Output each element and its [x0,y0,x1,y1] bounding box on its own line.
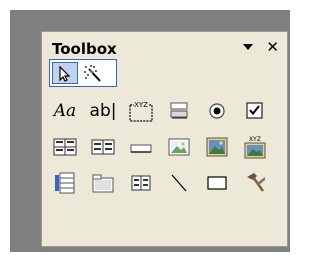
listbox-tool[interactable] [86,131,120,163]
xyz-picture-text: XYZ [249,136,261,143]
listbox-icon [91,139,115,155]
toggle-button-icon [130,144,152,153]
magic-wand-icon [84,65,101,82]
command-button-tool[interactable] [162,95,196,127]
scrollbar-icon [55,172,75,194]
toolbox-panel: Toolbox ✕ Aa ab| XYZ XYZ [41,31,288,247]
pointer-icon [59,65,71,82]
pointer-tab[interactable] [52,62,78,84]
checkbox-tool[interactable] [238,95,272,127]
rectangle-tool[interactable] [200,167,234,199]
combobox-tool[interactable] [48,131,82,163]
tabstrip-icon [92,174,114,193]
toolbox-title: Toolbox [52,40,117,58]
image-icon [168,138,190,156]
title-bar[interactable]: Toolbox ✕ [50,38,281,58]
xyz-picture-tool[interactable]: XYZ [238,131,272,163]
picture-icon [206,137,228,157]
label-tool[interactable]: Aa [48,95,82,127]
window-background: Toolbox ✕ Aa ab| XYZ XYZ [10,10,290,252]
dropdown-arrow-icon[interactable] [243,44,253,50]
checkbox-icon [246,102,263,119]
line-icon [171,174,187,192]
wand-tab[interactable] [80,62,106,84]
toolbox-grid: Aa ab| XYZ XYZ [48,95,286,235]
tab-row [49,59,117,87]
option-button-tool[interactable] [200,95,234,127]
frame-tool[interactable]: XYZ [124,95,158,127]
textbox-tool-text: ab| [89,101,117,121]
close-button[interactable]: ✕ [266,38,279,56]
scrollbar-tool[interactable] [48,167,82,199]
image-tool[interactable] [162,131,196,163]
xyz-picture-icon: XYZ [244,136,266,159]
label-tool-text: Aa [53,101,77,121]
line-tool[interactable] [162,167,196,199]
hammer-tool[interactable] [238,167,272,199]
toggle-button-tool[interactable] [124,131,158,163]
combobox-icon [53,138,77,156]
hammer-icon [247,173,265,192]
textbox-tool[interactable]: ab| [86,95,120,127]
rectangle-icon [207,176,227,190]
command-button-icon [170,102,188,119]
option-button-icon [209,103,225,119]
frame-icon: XYZ [129,100,153,122]
picture-tool[interactable] [200,131,234,163]
tabstrip-tool[interactable] [86,167,120,199]
frame-tool-text: XYZ [134,101,148,109]
multipage-icon [131,175,151,191]
multipage-tool[interactable] [124,167,158,199]
